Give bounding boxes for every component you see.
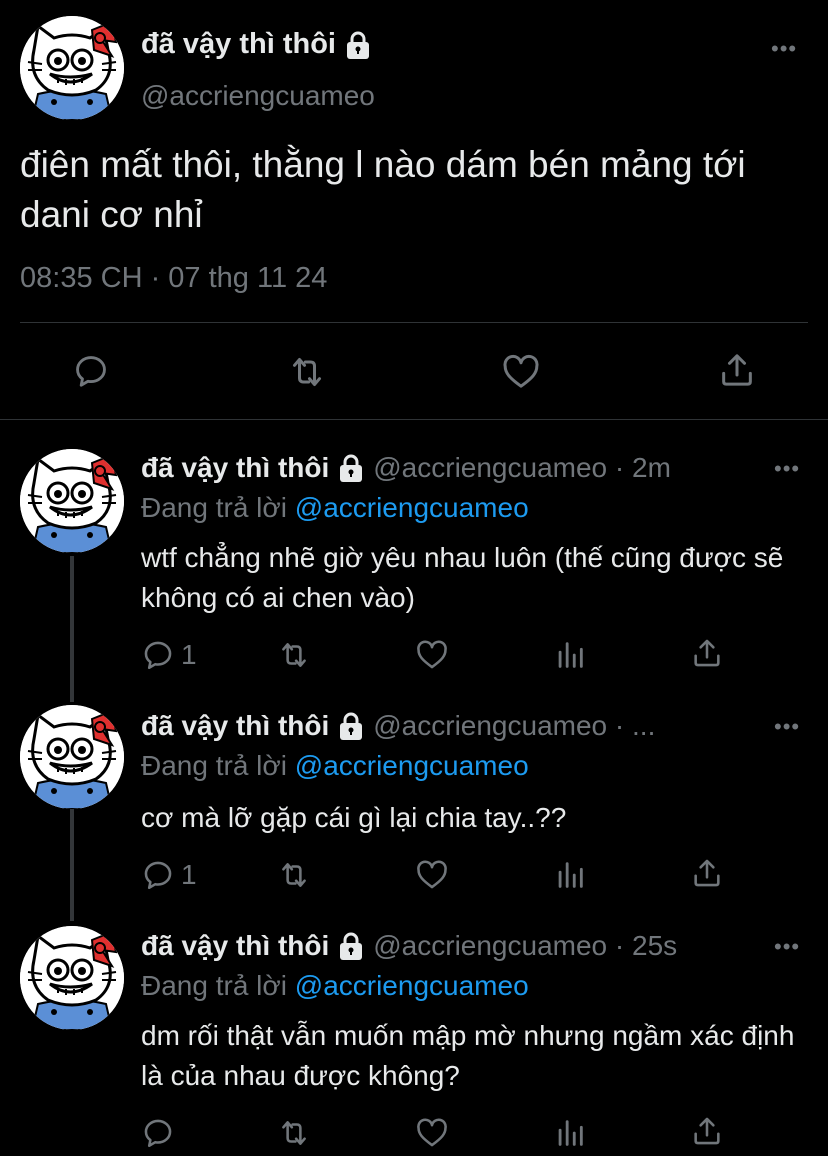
tweet-timestamp[interactable]: 08:35 CH · 07 thg 11 24 xyxy=(20,262,327,295)
views-button[interactable] xyxy=(553,638,587,672)
thread-line xyxy=(70,556,74,702)
divider xyxy=(20,322,808,323)
replying-prefix: Đang trả lời xyxy=(141,970,287,1001)
more-icon[interactable]: ••• xyxy=(774,716,800,738)
views-button[interactable] xyxy=(553,1116,587,1150)
reply-text: cơ mà lỡ gặp cái gì lại chia tay..?? xyxy=(141,802,567,833)
display-name-text: đã vậy thì thôi xyxy=(141,452,330,483)
views-button[interactable] xyxy=(553,858,587,892)
mention-link[interactable]: @accriengcuameo xyxy=(295,970,529,1001)
like-button[interactable] xyxy=(415,858,449,892)
retweet-button[interactable] xyxy=(276,1116,312,1150)
like-icon xyxy=(415,858,449,892)
author-handle[interactable]: @accriengcuameo xyxy=(141,80,375,112)
like-button[interactable] xyxy=(415,1116,449,1150)
reply-text: dm rối thật vẫn muốn mập mờ nhưng ngầm x… xyxy=(141,1020,795,1091)
share-button[interactable] xyxy=(717,350,757,390)
avatar[interactable] xyxy=(20,449,124,553)
retweet-icon xyxy=(286,352,328,392)
retweet-button[interactable] xyxy=(276,858,312,892)
views-icon xyxy=(553,1116,587,1150)
reply-button[interactable] xyxy=(141,1116,181,1150)
reply-button[interactable] xyxy=(72,352,110,390)
more-icon[interactable]: ••• xyxy=(771,38,797,60)
retweet-button[interactable] xyxy=(286,352,328,392)
like-button[interactable] xyxy=(415,638,449,672)
reply-button[interactable]: 1 xyxy=(141,638,197,672)
retweet-button[interactable] xyxy=(276,638,312,672)
replying-prefix: Đang trả lời xyxy=(141,492,287,523)
like-icon xyxy=(415,638,449,672)
handle-and-time: @accriengcuameo · ... xyxy=(373,710,656,741)
like-icon xyxy=(415,1116,449,1150)
share-icon xyxy=(690,856,724,890)
lock-icon xyxy=(337,931,365,961)
display-name-text: đã vậy thì thôi xyxy=(141,28,336,60)
reply-icon xyxy=(72,352,110,390)
handle-and-time: @accriengcuameo · 25s xyxy=(373,930,678,961)
divider xyxy=(0,419,828,420)
lock-icon xyxy=(337,453,365,483)
avatar[interactable] xyxy=(20,926,124,1030)
handle-and-time: @accriengcuameo · 2m xyxy=(373,452,671,483)
lock-icon xyxy=(337,711,365,741)
reply-author-line[interactable]: đã vậy thì thôi @accriengcuameo · 2m xyxy=(141,452,671,484)
replying-to: Đang trả lời @accriengcuameo xyxy=(141,970,529,1002)
tweet-text: điên mất thôi, thằng l nào dám bén mảng … xyxy=(20,144,746,235)
replying-to: Đang trả lời @accriengcuameo xyxy=(141,750,529,782)
reply-icon xyxy=(141,638,175,672)
retweet-icon xyxy=(276,858,312,892)
retweet-icon xyxy=(276,638,312,672)
lock-icon xyxy=(344,30,372,60)
share-button[interactable] xyxy=(690,856,724,890)
more-icon[interactable]: ••• xyxy=(774,936,800,958)
replying-prefix: Đang trả lời xyxy=(141,750,287,781)
reply-button[interactable]: 1 xyxy=(141,858,197,892)
display-name-text: đã vậy thì thôi xyxy=(141,930,330,961)
share-icon xyxy=(717,350,757,390)
views-icon xyxy=(553,858,587,892)
display-name-text: đã vậy thì thôi xyxy=(141,710,330,741)
retweet-icon xyxy=(276,1116,312,1150)
share-button[interactable] xyxy=(690,636,724,670)
replying-to: Đang trả lời @accriengcuameo xyxy=(141,492,529,524)
like-button[interactable] xyxy=(501,352,541,392)
mention-link[interactable]: @accriengcuameo xyxy=(295,492,529,523)
more-icon[interactable]: ••• xyxy=(774,458,800,480)
reply-count: 1 xyxy=(181,859,197,890)
avatar[interactable] xyxy=(20,16,124,120)
reply-count: 1 xyxy=(181,639,197,670)
share-icon xyxy=(690,1114,724,1148)
share-button[interactable] xyxy=(690,1114,724,1148)
reply-author-line[interactable]: đã vậy thì thôi @accriengcuameo · 25s xyxy=(141,930,677,962)
reply-icon xyxy=(141,858,175,892)
reply-author-line[interactable]: đã vậy thì thôi @accriengcuameo · ... xyxy=(141,710,655,742)
share-icon xyxy=(690,636,724,670)
reply-text: wtf chẳng nhẽ giờ yêu nhau luôn (thế cũn… xyxy=(141,542,784,613)
thread-line xyxy=(70,793,74,921)
avatar[interactable] xyxy=(20,705,124,809)
views-icon xyxy=(553,638,587,672)
like-icon xyxy=(501,352,541,392)
reply-icon xyxy=(141,1116,175,1150)
author-display-name[interactable]: đã vậy thì thôi xyxy=(141,28,372,61)
mention-link[interactable]: @accriengcuameo xyxy=(295,750,529,781)
